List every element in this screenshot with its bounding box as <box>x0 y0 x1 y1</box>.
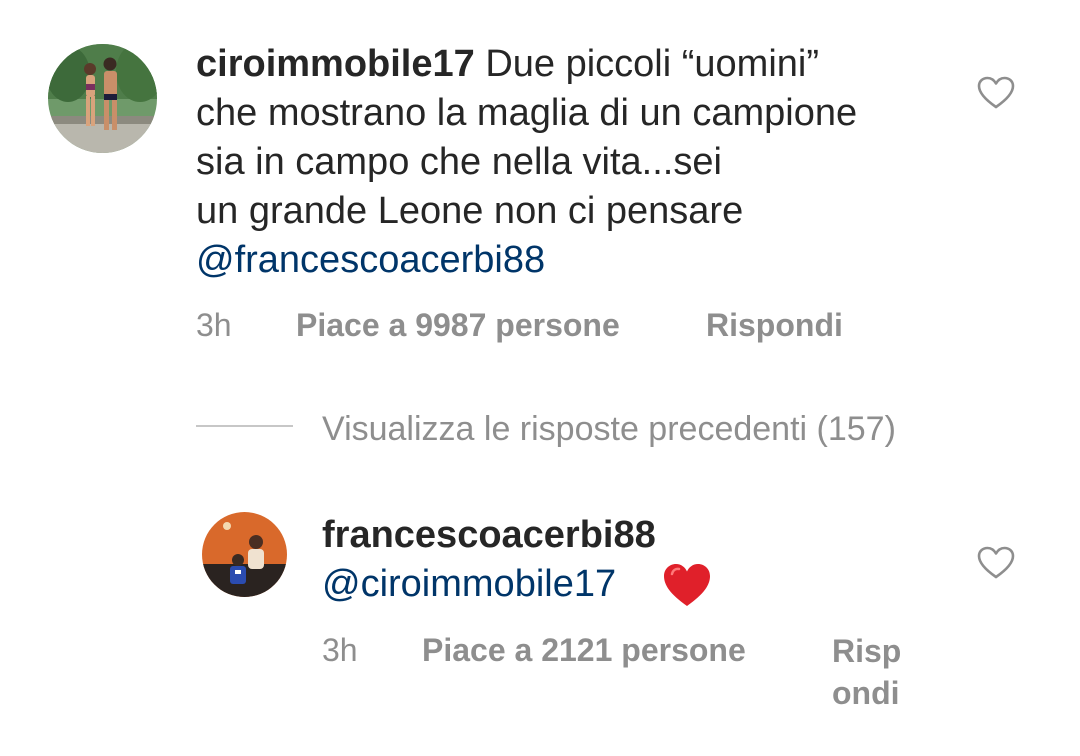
comment-likes-link[interactable]: Piace a 9987 persone <box>296 305 620 345</box>
comment-body: ciroimmobile17 Due piccoli “uomini” che … <box>196 40 956 285</box>
comment-line-1: ciroimmobile17 Due piccoli “uomini” <box>196 40 956 89</box>
reply-likes-link[interactable]: Piace a 2121 persone <box>422 630 746 670</box>
comment-mention-link[interactable]: @francescoacerbi88 <box>196 236 956 285</box>
comment-username[interactable]: ciroimmobile17 <box>196 43 475 85</box>
comment-text-line: Due piccoli “uomini” <box>485 43 819 85</box>
red-heart-icon <box>664 564 710 606</box>
avatar-ciroimmobile17[interactable] <box>48 44 157 153</box>
avatar-photo <box>48 44 157 153</box>
view-previous-replies-button[interactable]: Visualizza le risposte precedenti (157) <box>322 408 896 450</box>
reply-reply-button[interactable]: Rispondi <box>832 630 902 714</box>
heart-outline-icon[interactable] <box>977 546 1015 580</box>
comment-reply-button[interactable]: Rispondi <box>706 305 843 345</box>
reply-mention-link[interactable]: @ciroimmobile17 <box>322 561 616 607</box>
avatar-photo <box>202 512 287 597</box>
reply-timestamp: 3h <box>322 632 358 668</box>
reply-username[interactable]: francescoacerbi88 <box>322 512 656 558</box>
replies-divider <box>196 425 293 427</box>
comment-text-line: che mostrano la maglia di un campione <box>196 92 858 134</box>
comment-timestamp: 3h <box>196 307 232 343</box>
heart-outline-icon[interactable] <box>977 76 1015 110</box>
avatar-francescoacerbi88[interactable] <box>202 512 287 597</box>
comment-text-line: un grande Leone non ci pensare <box>196 190 744 232</box>
comment-text-line: sia in campo che nella vita...sei <box>196 141 722 183</box>
